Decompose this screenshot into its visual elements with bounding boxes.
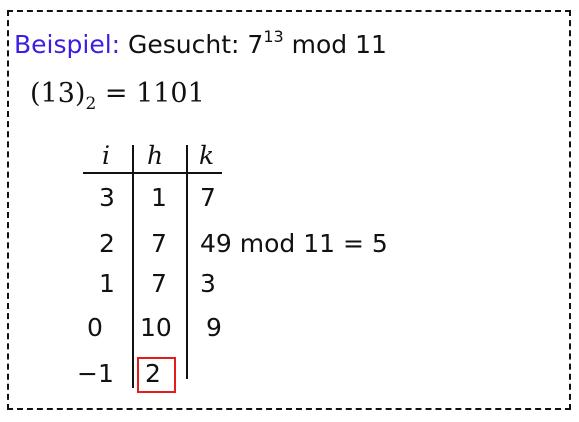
cell-i: 0 <box>87 313 103 342</box>
cell-k: 7 <box>200 183 216 212</box>
binary-rest: = 1101 <box>104 78 205 109</box>
cell-i: 2 <box>99 229 115 258</box>
cell-h: 10 <box>140 313 172 342</box>
cell-h: 7 <box>151 269 167 298</box>
binary-base: 2 <box>85 94 97 114</box>
cell-i: 3 <box>99 183 115 212</box>
header-rule <box>83 172 222 174</box>
example-label: Beispiel: <box>14 30 121 59</box>
cell-k: 49 mod 11 = 5 <box>200 229 388 258</box>
column-divider-2 <box>186 145 188 379</box>
column-divider-1 <box>132 145 134 388</box>
header-i: i <box>102 141 110 170</box>
example-suffix: mod 11 <box>291 30 387 59</box>
cell-h-result: 2 <box>145 359 161 388</box>
example-exponent: 13 <box>263 27 284 46</box>
example-box <box>7 10 571 410</box>
cell-h: 1 <box>151 183 167 212</box>
header-k: k <box>199 141 215 170</box>
cell-h: 7 <box>151 229 167 258</box>
cell-i: 1 <box>99 269 115 298</box>
example-heading: Beispiel: Gesucht: 713 mod 11 <box>14 27 387 59</box>
cell-k: 3 <box>200 269 216 298</box>
cell-k: 9 <box>206 313 222 342</box>
binary-representation: (13)2 = 1101 <box>30 78 205 114</box>
binary-open: (13) <box>30 78 86 109</box>
example-text: Gesucht: 7 <box>128 30 264 59</box>
cell-i: −1 <box>77 359 114 388</box>
header-h: h <box>147 141 164 170</box>
